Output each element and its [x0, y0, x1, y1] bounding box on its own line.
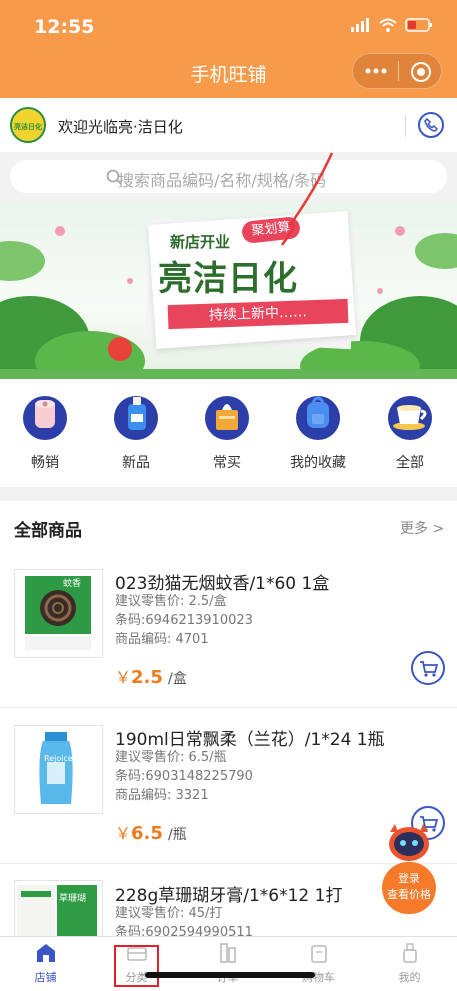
status-icons: [351, 18, 433, 32]
section-title: 全部商品: [14, 521, 82, 541]
price-value: 2.5: [131, 667, 163, 688]
mascot-robot-icon: [389, 824, 429, 861]
price-unit: /盒: [168, 671, 187, 687]
category-label: 畅销: [31, 455, 59, 471]
more-link[interactable]: 更多 >: [400, 518, 444, 538]
capsule-divider: [398, 61, 399, 81]
divider: [0, 707, 457, 708]
product-code: 商品编码: 4701: [115, 632, 209, 647]
tab-cart[interactable]: 购物车: [273, 942, 364, 985]
phone-button[interactable]: [418, 112, 444, 138]
more-icon[interactable]: [365, 66, 387, 76]
divider: [405, 115, 406, 137]
toothpaste-box-image: [17, 885, 97, 940]
category-label: 新品: [122, 455, 150, 471]
product-retail-price: 建议零售价: 45/打: [115, 906, 223, 921]
mosquito-coil-box-image: [25, 576, 91, 650]
shampoo-bottle-image: [39, 732, 73, 804]
product-image-label: 草珊瑚: [59, 894, 87, 904]
status-time: 12:55: [34, 16, 95, 38]
price-currency: ￥: [115, 824, 132, 843]
product-retail-price: 建议零售价: 2.5/盒: [115, 594, 227, 609]
category-hot-sale[interactable]: 畅销: [5, 396, 85, 472]
product-barcode: 条码:6903148225790: [115, 769, 253, 784]
product-image[interactable]: 草珊瑚: [14, 880, 103, 940]
category-new[interactable]: 新品: [96, 396, 176, 472]
phone-icon: [424, 118, 438, 132]
category-label: 全部: [396, 455, 424, 471]
home-indicator: [145, 972, 315, 978]
cart-icon: [420, 661, 439, 677]
product-image[interactable]: Rejoice: [14, 725, 103, 814]
login-label: 登录: [398, 872, 420, 885]
backpack-icon: [296, 396, 340, 440]
profile-icon: [402, 943, 417, 963]
login-view-price-button[interactable]: 登录 查看价格: [382, 862, 436, 914]
add-to-cart-button[interactable]: [411, 651, 445, 685]
tab-label: 店铺: [34, 971, 57, 984]
wifi-icon: [379, 18, 397, 32]
store-logo-text: 亮洁日化: [14, 123, 42, 131]
mini-program-capsule[interactable]: [352, 53, 442, 89]
orders-icon: [219, 943, 236, 963]
product-retail-price: 建议零售价: 6.5/瓶: [115, 750, 227, 765]
cup-icon: [388, 396, 432, 440]
product-name[interactable]: 190ml日常飘柔（兰花）/1*24 1瓶: [115, 725, 385, 750]
product-image-label: Rejoice: [44, 754, 73, 763]
store-icon: [36, 944, 55, 962]
product-name[interactable]: 023劲猫无烟蚊香/1*60 1盒: [115, 569, 329, 594]
category-favorites[interactable]: 我的收藏: [278, 396, 358, 472]
product-price: ￥6.5 /瓶: [115, 820, 187, 844]
signal-icon: [351, 18, 369, 32]
product-code: 商品编码: 3321: [115, 788, 209, 803]
product-image-label: 蚊香: [63, 579, 82, 589]
product-barcode: 条码:6946213910023: [115, 613, 253, 628]
battery-icon: [405, 18, 432, 32]
red-annotation-stroke: [280, 152, 334, 246]
toilet-paper-icon: [23, 396, 67, 440]
category-label: 常买: [213, 455, 241, 471]
cart-tab-icon: [310, 945, 327, 963]
category-all[interactable]: 全部: [370, 396, 450, 472]
tab-orders[interactable]: 订单: [182, 942, 273, 985]
price-value: 6.5: [131, 823, 163, 844]
store-logo: 亮洁日化: [10, 107, 46, 143]
price-unit: /瓶: [168, 827, 187, 843]
banner-opening: 新店开业: [170, 233, 231, 251]
category-label: 我的收藏: [290, 455, 346, 471]
price-currency: ￥: [115, 668, 132, 687]
tab-label: 我的: [398, 971, 421, 984]
tab-store[interactable]: 店铺: [0, 942, 91, 985]
bottle-icon: [114, 396, 158, 440]
close-target-icon[interactable]: [410, 61, 432, 83]
view-price-label: 查看价格: [387, 888, 431, 901]
banner-headline: 亮洁日化: [158, 259, 298, 299]
product-image[interactable]: 蚊香: [14, 569, 103, 658]
product-name[interactable]: 228g草珊瑚牙膏/1*6*12 1打: [115, 881, 342, 906]
category-frequent[interactable]: 常买: [187, 396, 267, 472]
tissue-box-icon: [205, 396, 249, 440]
highlight-box: [114, 945, 159, 987]
tab-mine[interactable]: 我的: [364, 942, 455, 985]
product-price: ￥2.5 /盒: [115, 664, 187, 688]
store-welcome: 欢迎光临亮·洁日化: [58, 118, 183, 136]
